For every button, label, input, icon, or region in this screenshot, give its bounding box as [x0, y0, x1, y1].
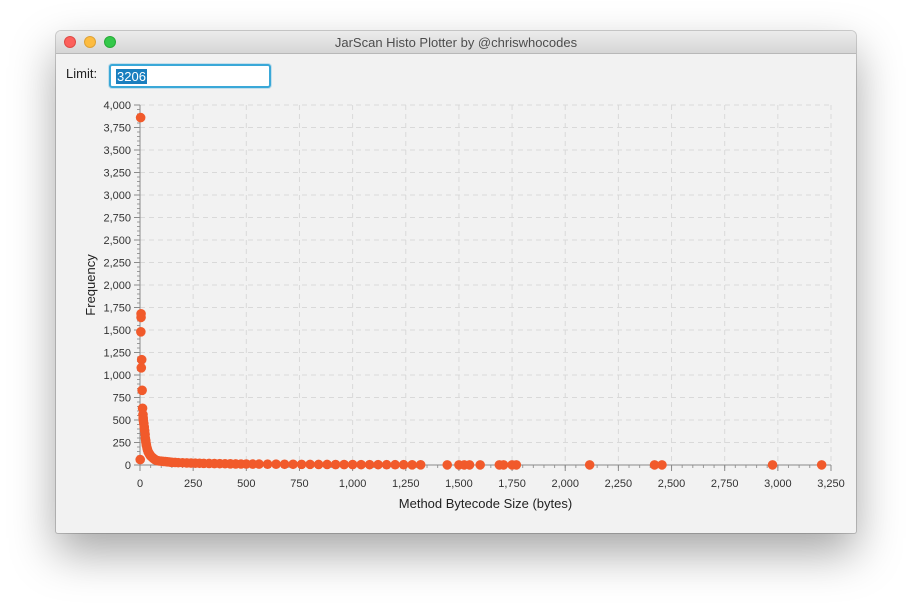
y-tick-label: 4,000	[103, 100, 131, 112]
y-tick-label: 250	[113, 438, 131, 450]
data-point	[364, 459, 375, 470]
data-point	[137, 385, 147, 396]
data-point	[135, 112, 146, 123]
data-point	[415, 460, 426, 470]
x-axis-title: Method Bytecode Size (bytes)	[399, 496, 572, 511]
y-tick-label: 500	[113, 415, 131, 427]
limit-input[interactable]: 3206	[109, 64, 271, 88]
y-tick-label: 3,500	[103, 145, 131, 157]
x-tick-label: 0	[137, 478, 143, 490]
data-point	[657, 460, 667, 470]
x-tick-label: 2,750	[711, 478, 739, 490]
data-point	[322, 459, 332, 470]
data-point	[498, 460, 509, 470]
data-point	[816, 460, 827, 470]
data-point	[584, 460, 595, 470]
data-point	[356, 459, 366, 470]
x-tick-label: 3,000	[764, 478, 792, 490]
data-point	[136, 327, 146, 337]
x-tick-label: 2,250	[605, 478, 633, 490]
y-tick-label: 3,750	[103, 123, 131, 135]
y-tick-label: 1,250	[103, 348, 131, 360]
y-tick-label: 3,000	[103, 190, 131, 202]
data-point	[296, 459, 307, 470]
x-tick-label: 2,000	[551, 478, 579, 490]
data-point	[279, 459, 290, 470]
data-point	[339, 459, 349, 470]
data-point	[407, 460, 417, 470]
data-point	[511, 460, 522, 470]
data-point	[398, 459, 409, 470]
x-tick-label: 500	[237, 478, 255, 490]
x-tick-label: 750	[290, 478, 308, 490]
y-tick-label: 750	[113, 393, 131, 405]
y-tick-label: 0	[125, 460, 131, 472]
data-point	[767, 460, 778, 470]
y-axis-title: Frequency	[83, 254, 98, 316]
title-bar[interactable]: JarScan Histo Plotter by @chriswhocodes	[56, 31, 856, 54]
data-point	[442, 460, 453, 470]
y-tick-label: 2,500	[103, 235, 131, 247]
x-tick-label: 2,500	[658, 478, 686, 490]
y-tick-label: 3,250	[103, 168, 131, 180]
y-tick-label: 1,000	[103, 370, 131, 382]
data-point	[464, 460, 475, 470]
data-point	[136, 312, 146, 323]
data-point	[347, 459, 358, 470]
data-point	[254, 459, 264, 469]
x-tick-label: 3,250	[817, 478, 845, 490]
x-tick-label: 1,750	[498, 478, 526, 490]
data-point	[330, 459, 341, 470]
y-tick-label: 1,500	[103, 325, 131, 337]
data-point	[271, 459, 281, 469]
data-point	[475, 460, 485, 470]
limit-label: Limit:	[66, 66, 98, 81]
y-tick-label: 1,750	[103, 303, 131, 315]
data-point	[305, 459, 315, 470]
data-point	[288, 459, 298, 470]
data-point	[262, 459, 273, 469]
y-tick-label: 2,750	[103, 213, 131, 225]
window-title: JarScan Histo Plotter by @chriswhocodes	[334, 35, 578, 50]
x-tick-label: 1,500	[445, 478, 473, 490]
data-point	[390, 459, 400, 470]
app-window: JarScan Histo Plotter by @chriswhocodes …	[56, 31, 856, 533]
x-tick-label: 1,250	[392, 478, 420, 490]
limit-input-value[interactable]: 3206	[116, 69, 147, 84]
data-point	[381, 459, 392, 470]
y-tick-label: 2,000	[103, 280, 131, 292]
data-point	[373, 459, 383, 470]
x-tick-label: 1,000	[339, 478, 367, 490]
x-tick-label: 250	[184, 478, 202, 490]
data-point	[136, 363, 147, 373]
scatter-chart: 0 250 500 750 1,000 1,250 1,500 1,750 2,000 2,250…	[83, 100, 845, 511]
data-point	[135, 454, 146, 465]
y-tick-label: 2,250	[103, 258, 131, 270]
data-point	[313, 459, 324, 470]
